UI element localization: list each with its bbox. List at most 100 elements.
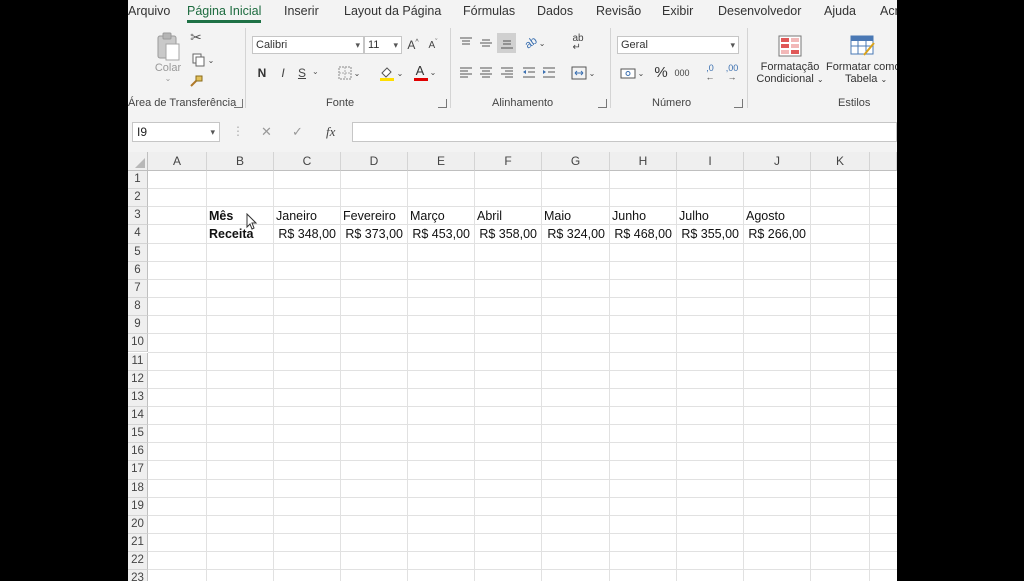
row-header-20[interactable]: 20 [128,515,148,534]
cell-i3[interactable]: Julho [679,209,709,223]
tab-formulas[interactable]: Fórmulas [463,4,515,18]
row-header-12[interactable]: 12 [128,370,148,389]
row-header-8[interactable]: 8 [128,298,148,317]
cell-b3[interactable]: Mês [209,209,233,223]
row-header-18[interactable]: 18 [128,479,148,498]
row-header-14[interactable]: 14 [128,406,148,426]
align-middle-button[interactable] [478,34,494,52]
formula-input[interactable] [352,122,897,142]
cell-g3[interactable]: Maio [544,209,571,223]
cell-e4[interactable]: R$ 453,00 [408,227,470,241]
paste-button[interactable]: Colar ⌄ [150,28,186,86]
column-header-l[interactable] [870,152,897,171]
font-name-combo[interactable]: Calibri ▾ [252,36,364,54]
row-header-13[interactable]: 13 [128,388,148,407]
row-header-15[interactable]: 15 [128,425,148,444]
row-header-21[interactable]: 21 [128,534,148,553]
clipboard-launcher-icon[interactable] [234,99,243,108]
borders-button[interactable]: ⌄ [334,64,364,82]
cell-g4[interactable]: R$ 324,00 [542,227,605,241]
fill-color-button[interactable]: ⌄ [376,64,406,82]
enter-button[interactable]: ✓ [292,124,303,140]
accounting-format-button[interactable]: ⌄ [618,64,646,82]
percent-button[interactable]: % [652,62,670,82]
cell-c4[interactable]: R$ 348,00 [274,227,336,241]
column-header-g[interactable]: G [542,152,610,171]
row-header-4[interactable]: 4 [128,225,148,244]
column-header-k[interactable]: K [811,152,870,171]
tab-acrobat[interactable]: Acr [880,4,897,18]
row-header-16[interactable]: 16 [128,443,148,462]
insert-function-button[interactable]: fx [326,124,335,140]
column-header-a[interactable]: A [148,152,207,171]
tab-dados[interactable]: Dados [537,4,573,18]
row-header-19[interactable]: 19 [128,497,148,516]
grow-font-button[interactable]: A ^ [406,36,420,54]
row-header-1[interactable]: 1 [128,171,148,190]
row-header-23[interactable]: 23 [128,570,148,581]
column-header-d[interactable]: D [341,152,408,171]
number-format-combo[interactable]: Geral ▾ [617,36,739,54]
row-header-2[interactable]: 2 [128,189,148,208]
decrease-indent-button[interactable] [521,64,537,82]
cell-c3[interactable]: Janeiro [276,209,317,223]
cell-f4[interactable]: R$ 358,00 [475,227,537,241]
column-header-i[interactable]: I [677,152,744,171]
tab-exibir[interactable]: Exibir [662,4,693,18]
cut-button[interactable]: ✂ [188,28,204,46]
cell-h3[interactable]: Junho [612,209,646,223]
row-header-10[interactable]: 10 [128,334,148,353]
column-header-f[interactable]: F [475,152,542,171]
conditional-formatting-button[interactable]: Formatação Condicional ⌄ [754,30,826,90]
cell-j4[interactable]: R$ 266,00 [744,227,806,241]
tab-ajuda[interactable]: Ajuda [824,4,856,18]
font-size-combo[interactable]: 11 ▾ [364,36,402,54]
cell-i4[interactable]: R$ 355,00 [677,227,739,241]
column-header-j[interactable]: J [744,152,811,171]
increase-decimal-button[interactable]: ,0 ← [700,62,720,84]
align-right-button[interactable] [499,64,515,82]
italic-button[interactable]: I [275,64,291,82]
align-center-button[interactable] [478,64,494,82]
cell-d4[interactable]: R$ 373,00 [341,227,403,241]
row-header-9[interactable]: 9 [128,316,148,335]
row-header-6[interactable]: 6 [128,261,148,280]
tab-pagina-inicial[interactable]: Página Inicial [187,4,262,23]
row-header-17[interactable]: 17 [128,461,148,480]
tab-revisao[interactable]: Revisão [596,4,641,18]
column-header-c[interactable]: C [274,152,341,171]
spreadsheet-grid[interactable]: A B C D E F G H I J K 1 2 3 4 5 6 7 8 9 10 11 12 13 1… [128,152,897,581]
merge-center-button[interactable]: ⌄ [568,64,598,82]
number-launcher-icon[interactable] [734,99,743,108]
cell-e3[interactable]: Março [410,209,445,223]
shrink-font-button[interactable]: Aˇ [426,36,440,54]
row-header-11[interactable]: 11 [128,352,148,371]
row-header-3[interactable]: 3 [128,207,148,226]
tab-arquivo[interactable]: Arquivo [128,4,170,18]
name-box[interactable]: I9 ▾ [132,122,220,142]
format-painter-button[interactable] [188,72,204,90]
alignment-launcher-icon[interactable] [598,99,607,108]
cell-j3[interactable]: Agosto [746,209,785,223]
column-header-b[interactable]: B [207,152,274,171]
copy-button[interactable]: ⌄ [188,51,218,69]
tab-layout-da-pagina[interactable]: Layout da Página [344,4,441,18]
increase-indent-button[interactable] [541,64,557,82]
wrap-text-button[interactable]: ab ↵ [569,34,587,53]
cell-f3[interactable]: Abril [477,209,502,223]
column-header-h[interactable]: H [610,152,677,171]
format-as-table-button[interactable]: Formatar como Tabela ⌄ [826,30,897,90]
align-left-button[interactable] [458,64,474,82]
tab-desenvolvedor[interactable]: Desenvolvedor [718,4,801,18]
tab-inserir[interactable]: Inserir [284,4,319,18]
align-top-button[interactable] [458,34,474,52]
cell-d3[interactable]: Fevereiro [343,209,396,223]
decrease-decimal-button[interactable]: ,00 → [722,62,742,84]
font-color-button[interactable]: A ⌄ [410,62,440,82]
align-bottom-button[interactable] [497,33,516,53]
thousands-separator-button[interactable]: 000 [672,64,692,82]
row-header-22[interactable]: 22 [128,552,148,571]
underline-button[interactable]: S [294,64,310,82]
font-launcher-icon[interactable] [438,99,447,108]
cancel-button[interactable]: ✕ [261,124,272,140]
